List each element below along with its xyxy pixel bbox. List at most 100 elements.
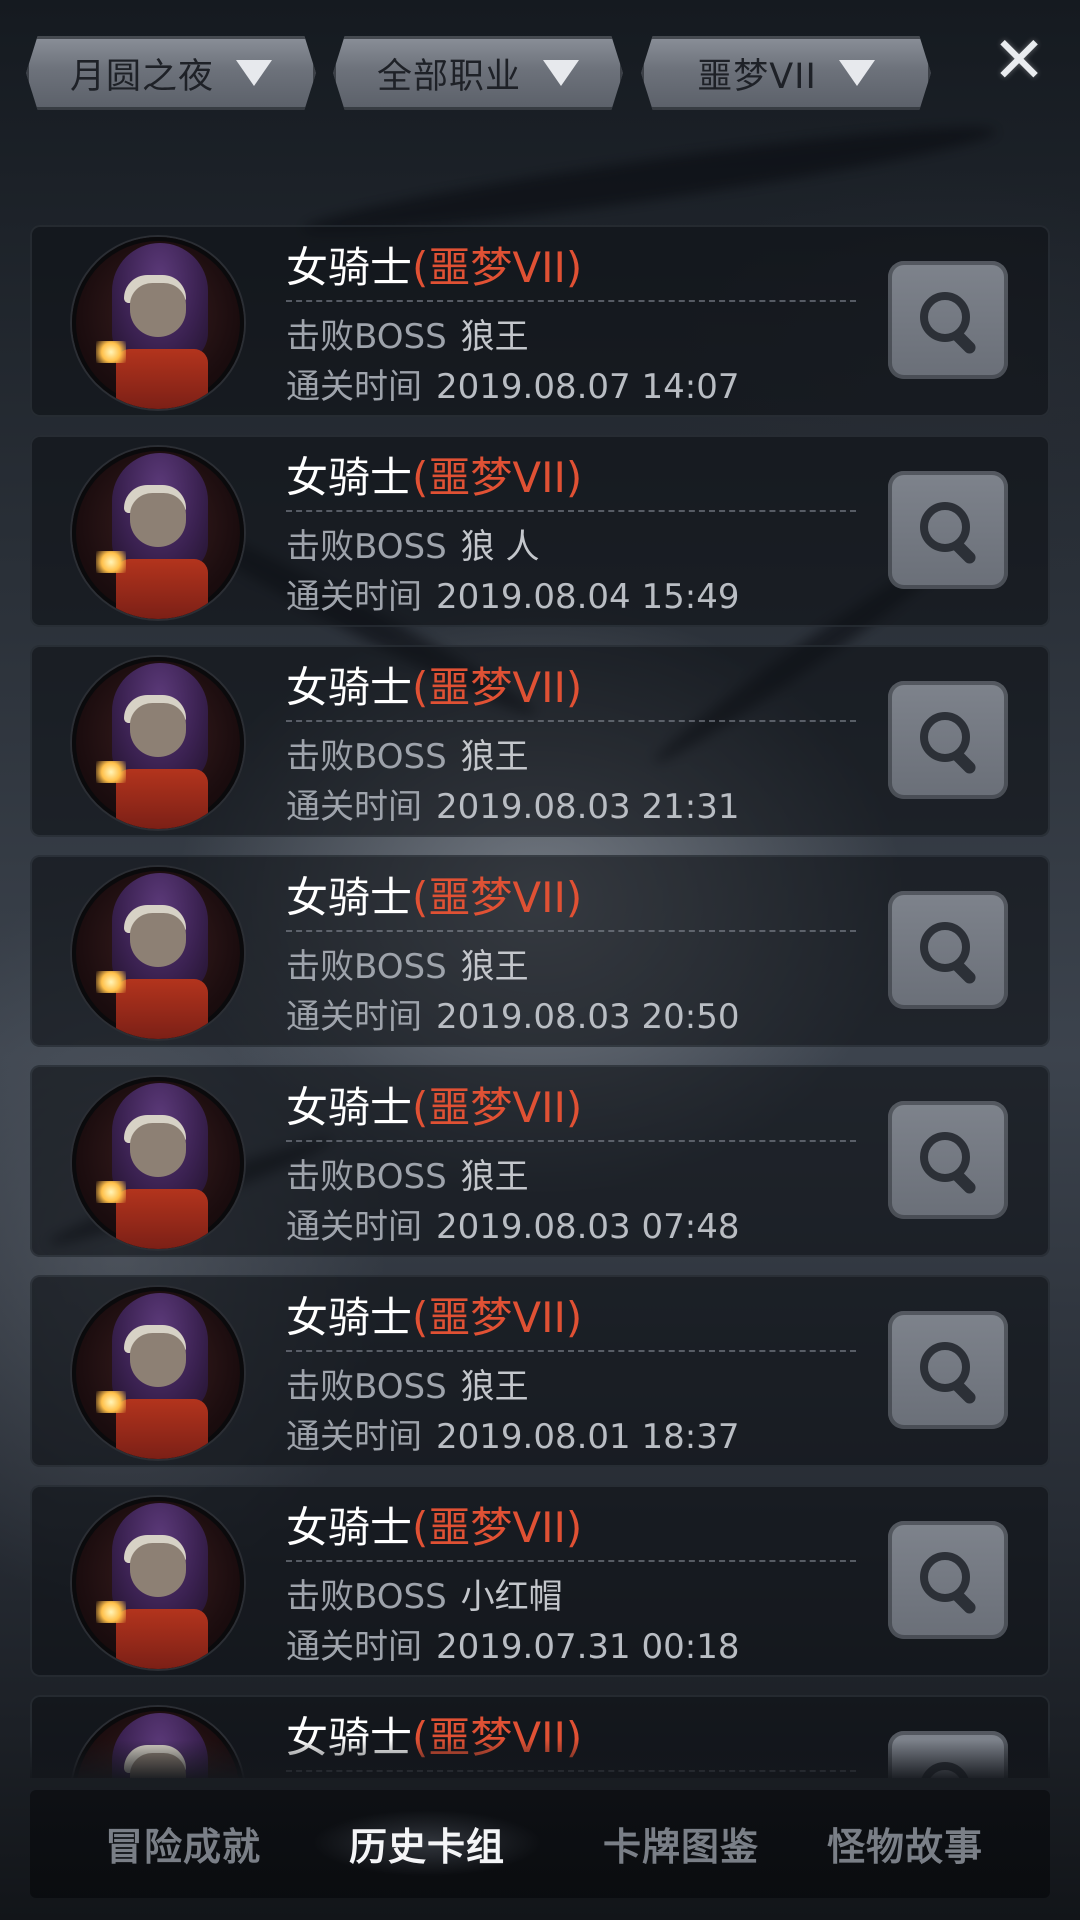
clear-time: 2019.08.03 07:48	[436, 1207, 740, 1247]
boss-label: 击败BOSS	[286, 947, 447, 987]
dropdown-arrow-icon	[236, 60, 272, 86]
record-title: 女骑士(噩梦VII)	[286, 873, 582, 923]
view-deck-button[interactable]	[888, 1101, 1008, 1219]
view-deck-button[interactable]	[888, 471, 1008, 589]
boss-label: 击败BOSS	[286, 1367, 447, 1407]
boss-name: 狼王	[460, 317, 529, 357]
history-list[interactable]: 女骑士(噩梦VII) 击败BOSS 狼王 通关时间 2019.08.07 14:07…	[30, 225, 1050, 1778]
record-card: 女骑士(噩梦VII) 击败BOSS 狼 人 通关时间 2019.08.04 15:4…	[30, 435, 1050, 627]
time-line: 通关时间 2019.08.03 20:50	[286, 989, 739, 1038]
clear-time: 2019.08.03 20:50	[436, 997, 740, 1037]
difficulty-label: (噩梦VII)	[412, 1503, 583, 1552]
record-title: 女骑士(噩梦VII)	[286, 663, 582, 713]
record-title: 女骑士(噩梦VII)	[286, 1293, 582, 1343]
record-title: 女骑士(噩梦VII)	[286, 243, 582, 293]
time-label: 通关时间	[286, 787, 422, 827]
magnifier-icon	[916, 918, 980, 987]
hero-name: 女骑士	[286, 243, 413, 292]
boss-label: 击败BOSS	[286, 737, 447, 777]
boss-name: 小红帽	[460, 1577, 563, 1617]
clear-time: 2019.08.01 18:37	[436, 1417, 740, 1457]
view-deck-button[interactable]	[888, 261, 1008, 379]
record-card: 女骑士(噩梦VII) 击败BOSS 狼王 通关时间 2019.08.07 14:07	[30, 225, 1050, 417]
difficulty-label: (噩梦VII)	[412, 1293, 583, 1342]
record-card: 女骑士(噩梦VII) 击败BOSS 狼王 通关时间 2019.08.01 18:37	[30, 1275, 1050, 1467]
time-line: 通关时间 2019.08.03 21:31	[286, 779, 739, 828]
filter-label: 月圆之夜	[69, 56, 214, 97]
view-deck-button[interactable]	[888, 681, 1008, 799]
magnifier-icon	[916, 288, 980, 357]
time-line: 通关时间 2019.08.01 18:37	[286, 1409, 739, 1458]
bottom-tab-bar: 冒险成就 历史卡组 卡牌图鉴 怪物故事	[30, 1790, 1050, 1898]
difficulty-label: (噩梦VII)	[412, 243, 583, 292]
time-line: 通关时间 2019.08.04 15:49	[286, 569, 739, 618]
record-title: 女骑士(噩梦VII)	[286, 1083, 582, 1133]
hero-name: 女骑士	[286, 453, 413, 502]
time-line: 通关时间 2019.07.31 00:18	[286, 1619, 739, 1668]
boss-line: 击败BOSS 狼王	[286, 1149, 529, 1198]
dropdown-arrow-icon	[838, 60, 875, 86]
view-deck-button[interactable]	[888, 1521, 1008, 1639]
hero-avatar	[72, 867, 244, 1039]
magnifier-icon	[916, 1338, 980, 1407]
boss-line: 击败BOSS 狼王	[286, 939, 529, 988]
tab-achievements[interactable]: 冒险成就	[68, 1810, 298, 1876]
divider	[286, 930, 856, 932]
boss-line: 击败BOSS 狼王	[286, 309, 529, 358]
time-label: 通关时间	[286, 1417, 422, 1457]
filter-moon-night[interactable]: 月圆之夜	[26, 36, 316, 110]
boss-label: 击败BOSS	[286, 1157, 447, 1197]
clear-time: 2019.07.31 00:18	[436, 1627, 740, 1667]
magnifier-icon	[916, 498, 980, 567]
boss-name: 狼王	[460, 737, 529, 777]
divider	[286, 300, 856, 302]
divider	[286, 720, 856, 722]
hero-avatar	[72, 1497, 244, 1669]
record-card: 女骑士(噩梦VII) 击败BOSS 狼王 通关时间 2019.08.03 20:50	[30, 855, 1050, 1047]
boss-name: 狼王	[460, 1367, 529, 1407]
hero-avatar	[72, 1287, 244, 1459]
magnifier-icon	[916, 708, 980, 777]
filter-class[interactable]: 全部职业	[333, 36, 623, 110]
hero-avatar	[72, 447, 244, 619]
clear-time: 2019.08.04 15:49	[436, 577, 740, 617]
time-line: 通关时间 2019.08.07 14:07	[286, 359, 739, 408]
hero-avatar	[72, 657, 244, 829]
view-deck-button[interactable]	[888, 1311, 1008, 1429]
filter-label: 全部职业	[376, 56, 521, 97]
tab-monster-stories[interactable]: 怪物故事	[790, 1810, 1020, 1876]
time-label: 通关时间	[286, 997, 422, 1037]
boss-label: 击败BOSS	[286, 527, 447, 567]
record-card: 女骑士(噩梦VII) 击败BOSS 小红帽 通关时间 2019.07.31 00:1…	[30, 1485, 1050, 1677]
hero-name: 女骑士	[286, 1503, 413, 1552]
tab-history-decks[interactable]: 历史卡组	[312, 1810, 542, 1876]
hero-name: 女骑士	[286, 1293, 413, 1342]
record-card: 女骑士(噩梦VII) 击败BOSS 狼王 通关时间 2019.08.03 07:48	[30, 1065, 1050, 1257]
boss-line: 击败BOSS 小红帽	[286, 1569, 563, 1618]
filter-label: 噩梦VII	[697, 56, 817, 97]
difficulty-label: (噩梦VII)	[412, 453, 583, 502]
hero-name: 女骑士	[286, 663, 413, 712]
divider	[286, 1350, 856, 1352]
record-title: 女骑士(噩梦VII)	[286, 453, 582, 503]
clear-time: 2019.08.03 21:31	[436, 787, 740, 827]
dropdown-arrow-icon	[543, 60, 579, 86]
clear-time: 2019.08.07 14:07	[436, 367, 740, 407]
record-title: 女骑士(噩梦VII)	[286, 1503, 582, 1553]
filter-difficulty[interactable]: 噩梦VII	[641, 36, 931, 110]
tab-card-gallery[interactable]: 卡牌图鉴	[566, 1810, 796, 1876]
close-x-icon: ✕	[992, 24, 1046, 98]
divider	[286, 1560, 856, 1562]
hero-avatar	[72, 237, 244, 409]
difficulty-label: (噩梦VII)	[412, 1083, 583, 1132]
divider	[286, 1140, 856, 1142]
boss-line: 击败BOSS 狼王	[286, 1359, 529, 1408]
boss-name: 狼 人	[460, 527, 540, 567]
view-deck-button[interactable]	[888, 891, 1008, 1009]
difficulty-label: (噩梦VII)	[412, 873, 583, 922]
boss-line: 击败BOSS 狼王	[286, 729, 529, 778]
close-button[interactable]: ✕	[986, 28, 1052, 94]
boss-name: 狼王	[460, 1157, 529, 1197]
magnifier-icon	[916, 1128, 980, 1197]
boss-line: 击败BOSS 狼 人	[286, 519, 539, 568]
